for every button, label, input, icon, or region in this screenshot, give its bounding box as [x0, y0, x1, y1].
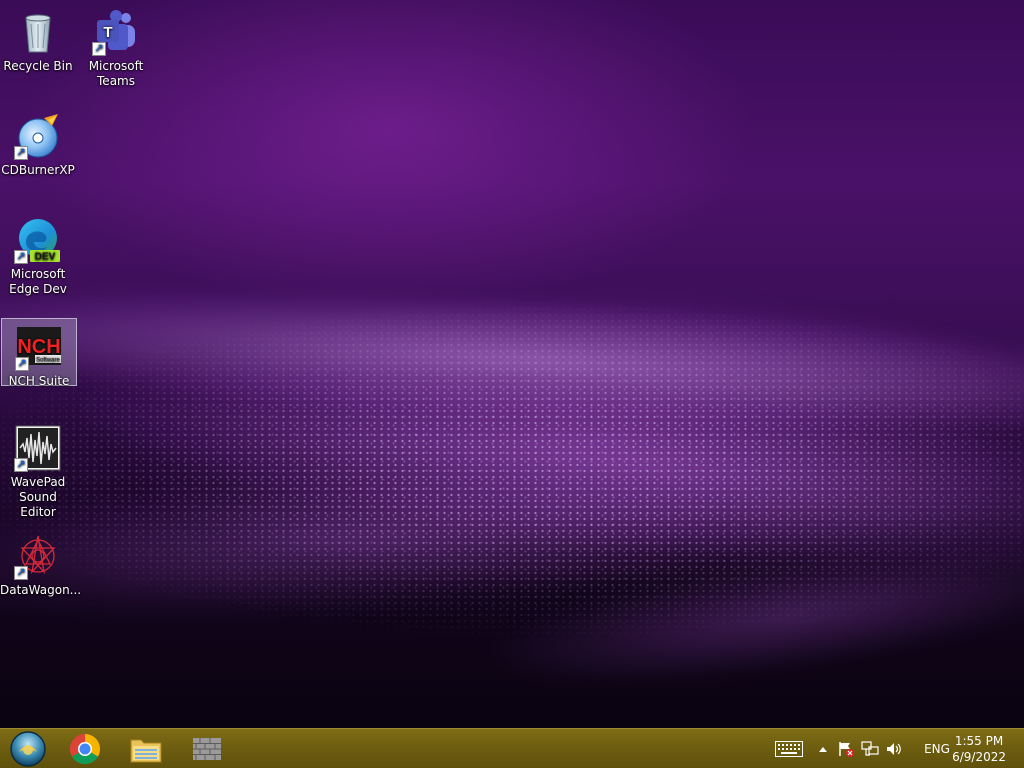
- datawagon-icon: ↗: [14, 532, 62, 580]
- desktop-icon-wavepad-sound-editor[interactable]: ↗ WavePad Sound Editor: [0, 420, 76, 520]
- start-orb-icon: [10, 730, 46, 767]
- shortcut-arrow-icon: ↗: [14, 566, 28, 580]
- icon-label: DataWagon...: [0, 583, 82, 597]
- desktop-icon-datawagon[interactable]: ↗ DataWagon...: [0, 528, 82, 598]
- taskbar-wall-app-button[interactable]: [179, 729, 235, 768]
- keyboard-icon: [775, 740, 803, 757]
- cd-burner-icon: ↗: [14, 112, 62, 160]
- flag-alert-icon: [839, 741, 854, 757]
- desktop-icon-cdburnerxp[interactable]: ↗ CDBurnerXP: [0, 108, 76, 178]
- show-hidden-icons-button[interactable]: [812, 729, 834, 768]
- shortcut-arrow-icon: ↗: [14, 250, 28, 264]
- desktop-icon-microsoft-edge-dev[interactable]: DEV ↗ Microsoft Edge Dev: [0, 212, 76, 297]
- shortcut-arrow-icon: ↗: [92, 42, 106, 56]
- recycle-bin-icon: [14, 8, 62, 56]
- taskbar-chrome-button[interactable]: [57, 729, 113, 768]
- desktop-icon-nch-suite[interactable]: NCH Software ↗ NCH Suite: [1, 318, 77, 388]
- clock-date: 6/9/2022: [952, 750, 1006, 764]
- icon-label: CDBurnerXP: [1, 163, 75, 177]
- particle-wave: [74, 322, 1024, 608]
- tray-volume[interactable]: [882, 729, 906, 768]
- tray-network[interactable]: [858, 729, 882, 768]
- shortcut-arrow-icon: ↗: [14, 146, 28, 160]
- icon-label: Microsoft Edge Dev: [9, 267, 67, 296]
- shortcut-arrow-icon: ↗: [14, 458, 28, 472]
- icon-label: NCH Suite: [8, 374, 70, 388]
- particle-wave: [0, 266, 1024, 454]
- chevron-up-icon: [819, 746, 827, 752]
- waveform-icon: ↗: [14, 424, 62, 472]
- taskbar: ENG 1:55 PM 6/9/2022: [0, 728, 1024, 768]
- desktop-icon-recycle-bin[interactable]: Recycle Bin: [0, 4, 76, 74]
- chrome-icon: [69, 733, 101, 764]
- speaker-icon: [887, 742, 901, 755]
- touch-keyboard-button[interactable]: [772, 729, 806, 768]
- edge-dev-badge: DEV: [35, 252, 56, 263]
- nch-logo-subtext: Software: [36, 358, 60, 364]
- brick-wall-icon: [193, 737, 221, 760]
- nch-suite-icon: NCH Software ↗: [15, 323, 63, 371]
- taskbar-clock[interactable]: 1:55 PM 6/9/2022: [952, 733, 1006, 765]
- icon-label: Microsoft Teams: [88, 59, 144, 88]
- particle-wave: [475, 517, 1024, 713]
- start-button[interactable]: [0, 729, 56, 768]
- shortcut-arrow-icon: ↗: [15, 357, 29, 371]
- icon-label: WavePad Sound Editor: [10, 475, 66, 519]
- teams-icon: T ↗: [92, 8, 140, 56]
- icon-label: Recycle Bin: [3, 59, 73, 73]
- edge-dev-icon: DEV ↗: [14, 216, 62, 264]
- particle-wave: [0, 438, 804, 642]
- tray-action-center[interactable]: [834, 729, 858, 768]
- clock-time: 1:55 PM: [954, 734, 1004, 748]
- desktop-background: Recycle Bin T ↗ Microsoft Teams ↗ CDBurn…: [0, 0, 1024, 728]
- network-icon: [861, 740, 879, 756]
- folder-icon: [130, 739, 162, 762]
- svg-text:T: T: [103, 24, 112, 41]
- particle-field: [0, 300, 1024, 660]
- taskbar-file-explorer-button[interactable]: [118, 729, 174, 768]
- desktop-icon-microsoft-teams[interactable]: T ↗ Microsoft Teams: [78, 4, 154, 89]
- nch-logo-text: NCH: [17, 336, 60, 358]
- system-tray: ENG: [772, 729, 960, 768]
